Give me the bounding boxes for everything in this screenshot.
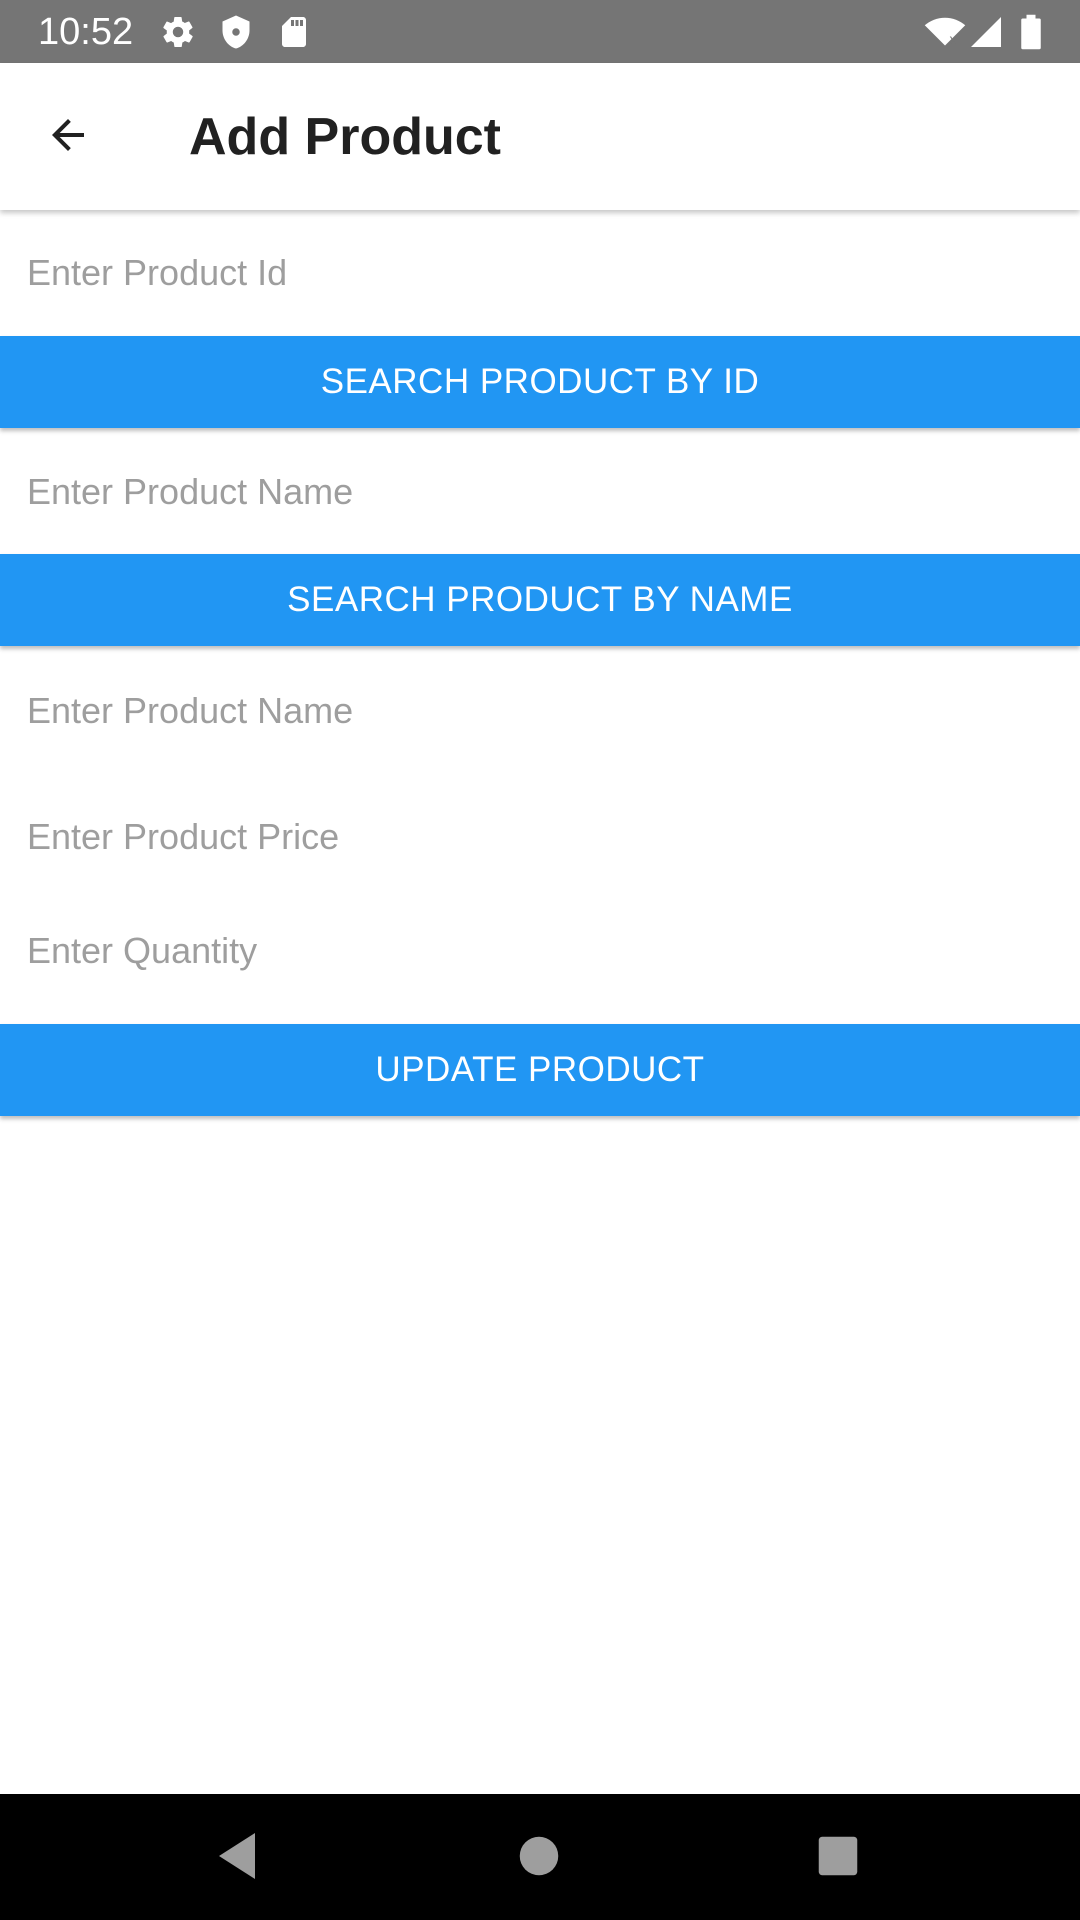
product-name-field: [0, 656, 1080, 766]
update-product-label: UPDATE PRODUCT: [375, 1050, 705, 1089]
product-name-input[interactable]: [27, 656, 1047, 766]
recents-square-icon: [817, 1835, 859, 1882]
app-bar: Add Product: [0, 63, 1080, 210]
search-by-id-label: SEARCH PRODUCT BY ID: [320, 362, 760, 401]
screen: 10:52 x Add Product Enter Product Id SEA…: [0, 0, 1080, 1920]
quantity-input[interactable]: [27, 896, 1047, 1006]
nav-recents-button[interactable]: [802, 1822, 874, 1894]
nav-back-button[interactable]: [203, 1822, 275, 1894]
status-bar: 10:52 x: [0, 0, 1080, 63]
quantity-field: [0, 896, 1080, 1006]
search-by-id-button[interactable]: SEARCH PRODUCT BY ID: [0, 336, 1080, 428]
product-price-field: [0, 782, 1080, 892]
search-name-input[interactable]: [27, 437, 1047, 547]
svg-text:x: x: [950, 32, 957, 47]
back-button[interactable]: [28, 101, 108, 173]
nav-home-button[interactable]: [503, 1822, 575, 1894]
back-triangle-icon: [215, 1830, 263, 1887]
shield-icon: [218, 14, 254, 50]
page-title: Add Product: [189, 108, 501, 166]
home-circle-icon: [518, 1835, 560, 1882]
product-id-field: [0, 218, 1080, 328]
search-name-field: [0, 437, 1080, 547]
search-by-name-label: SEARCH PRODUCT BY NAME: [287, 580, 793, 619]
status-time: 10:52: [38, 11, 134, 53]
sd-card-icon: [276, 14, 312, 50]
wifi-icon: x: [924, 14, 966, 50]
battery-icon: [1016, 14, 1046, 50]
search-by-name-button[interactable]: SEARCH PRODUCT BY NAME: [0, 554, 1080, 646]
product-price-input[interactable]: [27, 782, 1047, 892]
navigation-bar: [0, 1794, 1080, 1920]
product-id-input[interactable]: [27, 218, 1047, 328]
arrow-left-icon: [44, 111, 92, 164]
update-product-button[interactable]: UPDATE PRODUCT: [0, 1024, 1080, 1116]
gear-icon: [160, 14, 196, 50]
signal-icon: [968, 14, 1004, 50]
